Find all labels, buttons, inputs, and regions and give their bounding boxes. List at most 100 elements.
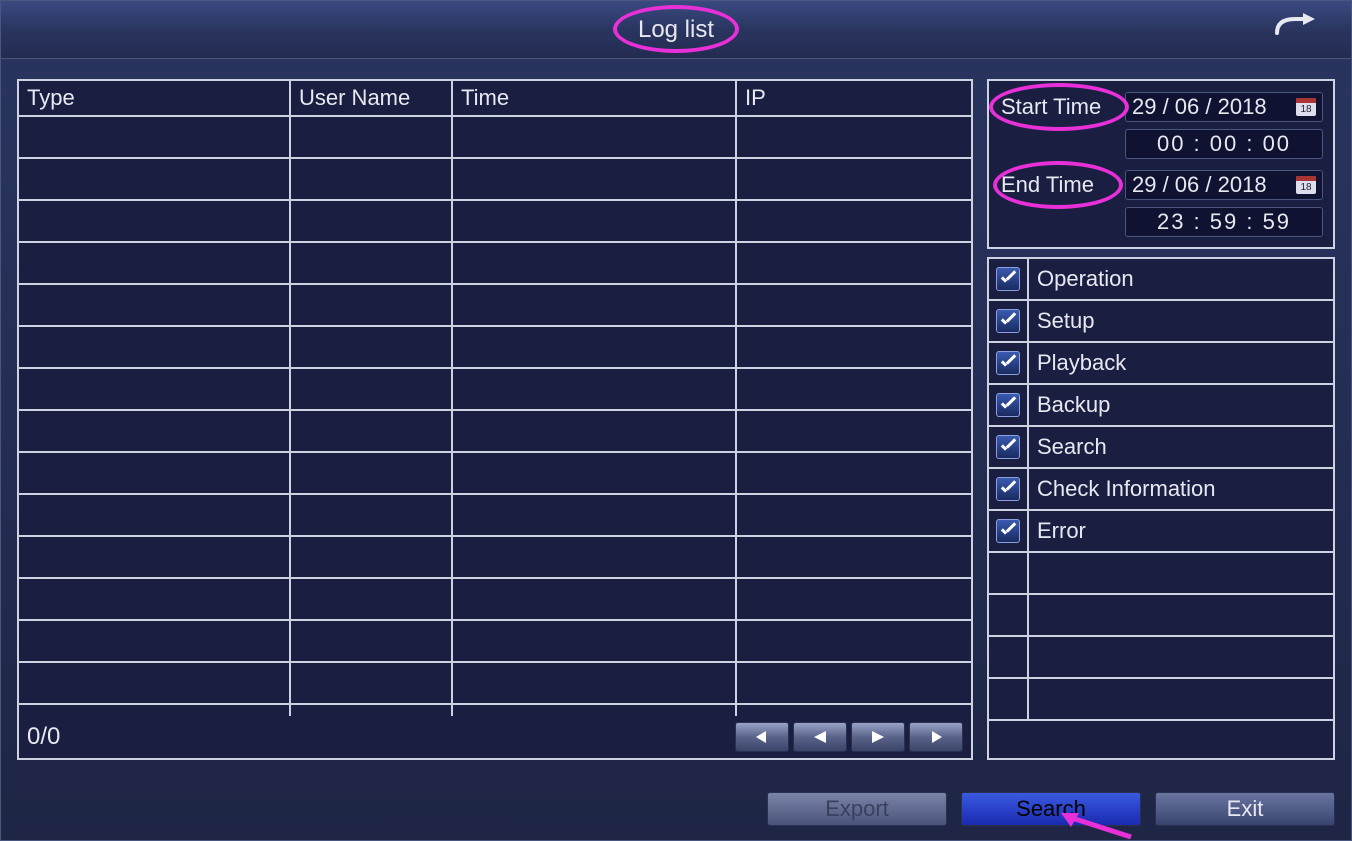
filter-label-cell: Backup <box>1029 385 1333 425</box>
column-header-ip[interactable]: IP <box>737 81 971 117</box>
column-header-type[interactable]: Type <box>19 81 291 117</box>
filter-checkbox-cell <box>989 301 1029 341</box>
table-cell <box>737 117 971 159</box>
table-row[interactable] <box>19 327 971 369</box>
first-page-button[interactable] <box>735 722 789 752</box>
table-cell <box>19 579 291 621</box>
table-cell <box>737 705 971 716</box>
filter-checkbox[interactable] <box>996 393 1020 417</box>
filter-row[interactable]: Playback <box>989 343 1333 385</box>
filter-checkbox[interactable] <box>996 309 1020 333</box>
start-time-input[interactable]: 00 : 00 : 00 <box>1125 129 1323 159</box>
filter-row[interactable]: Error <box>989 511 1333 553</box>
export-button[interactable]: Export <box>767 792 947 826</box>
table-cell <box>291 537 453 579</box>
calendar-icon[interactable]: 18 <box>1296 176 1316 194</box>
table-row[interactable] <box>19 411 971 453</box>
table-row[interactable] <box>19 537 971 579</box>
prev-page-button[interactable] <box>793 722 847 752</box>
filter-label-cell <box>1029 679 1333 719</box>
table-cell <box>19 117 291 159</box>
column-header-user[interactable]: User Name <box>291 81 453 117</box>
table-cell <box>19 411 291 453</box>
table-row[interactable] <box>19 369 971 411</box>
filter-checkbox[interactable] <box>996 519 1020 543</box>
table-row[interactable] <box>19 621 971 663</box>
table-cell <box>737 495 971 537</box>
filter-checkbox[interactable] <box>996 351 1020 375</box>
table-cell <box>737 663 971 705</box>
window-title: Log list <box>638 16 714 44</box>
filter-row[interactable]: Operation <box>989 259 1333 301</box>
table-row[interactable] <box>19 579 971 621</box>
nav-buttons <box>735 722 963 752</box>
first-page-icon <box>752 729 772 745</box>
end-time-value: 23 : 59 : 59 <box>1157 209 1291 235</box>
table-cell <box>737 537 971 579</box>
filter-row[interactable]: Search <box>989 427 1333 469</box>
filter-row <box>989 595 1333 637</box>
column-header-time[interactable]: Time <box>453 81 737 117</box>
start-time-value: 00 : 00 : 00 <box>1157 131 1291 157</box>
table-row[interactable] <box>19 495 971 537</box>
titlebar: Log list <box>1 1 1351 59</box>
next-page-button[interactable] <box>851 722 905 752</box>
table-cell <box>737 621 971 663</box>
table-row[interactable] <box>19 243 971 285</box>
end-date-input[interactable]: 29 / 06 / 2018 18 <box>1125 170 1323 200</box>
table-cell <box>737 243 971 285</box>
table-cell <box>453 159 737 201</box>
table-cell <box>737 201 971 243</box>
exit-button[interactable]: Exit <box>1155 792 1335 826</box>
table-cell <box>19 243 291 285</box>
table-cell <box>291 411 453 453</box>
filter-row <box>989 679 1333 721</box>
table-row[interactable] <box>19 285 971 327</box>
filter-row[interactable]: Backup <box>989 385 1333 427</box>
filter-label-cell <box>1029 553 1333 593</box>
table-row[interactable] <box>19 663 971 705</box>
table-cell <box>737 453 971 495</box>
table-row[interactable] <box>19 117 971 159</box>
table-cell <box>19 537 291 579</box>
filter-checkbox-cell <box>989 511 1029 551</box>
filter-row[interactable]: Check Information <box>989 469 1333 511</box>
table-cell <box>291 285 453 327</box>
end-time-row: End Time 29 / 06 / 2018 18 <box>997 169 1325 201</box>
filter-row[interactable]: Setup <box>989 301 1333 343</box>
table-cell <box>737 327 971 369</box>
filter-checkbox-cell <box>989 553 1029 593</box>
last-page-button[interactable] <box>909 722 963 752</box>
table-row[interactable] <box>19 159 971 201</box>
start-date-input[interactable]: 29 / 06 / 2018 18 <box>1125 92 1323 122</box>
table-row[interactable] <box>19 705 971 716</box>
filter-checkbox[interactable] <box>996 477 1020 501</box>
pager: 0/0 <box>19 716 971 758</box>
table-cell <box>453 537 737 579</box>
table-row[interactable] <box>19 453 971 495</box>
table-cell <box>453 327 737 369</box>
table-cell <box>19 453 291 495</box>
back-button[interactable] <box>1271 11 1321 47</box>
table-cell <box>291 369 453 411</box>
table-row[interactable] <box>19 201 971 243</box>
table-cell <box>453 411 737 453</box>
table-cell <box>291 243 453 285</box>
calendar-icon[interactable]: 18 <box>1296 98 1316 116</box>
table-cell <box>291 663 453 705</box>
filter-checkbox-cell <box>989 679 1029 719</box>
last-page-icon <box>926 729 946 745</box>
table-cell <box>453 369 737 411</box>
end-time-input[interactable]: 23 : 59 : 59 <box>1125 207 1323 237</box>
filter-row <box>989 637 1333 679</box>
table-cell <box>737 369 971 411</box>
filter-checkbox-cell <box>989 469 1029 509</box>
table-cell <box>453 201 737 243</box>
filter-checkbox[interactable] <box>996 435 1020 459</box>
filter-checkbox[interactable] <box>996 267 1020 291</box>
table-cell <box>19 327 291 369</box>
search-button[interactable]: Search <box>961 792 1141 826</box>
prev-page-icon <box>810 729 830 745</box>
end-time-label: End Time <box>997 172 1094 198</box>
start-date-value: 29 / 06 / 2018 <box>1132 94 1267 120</box>
